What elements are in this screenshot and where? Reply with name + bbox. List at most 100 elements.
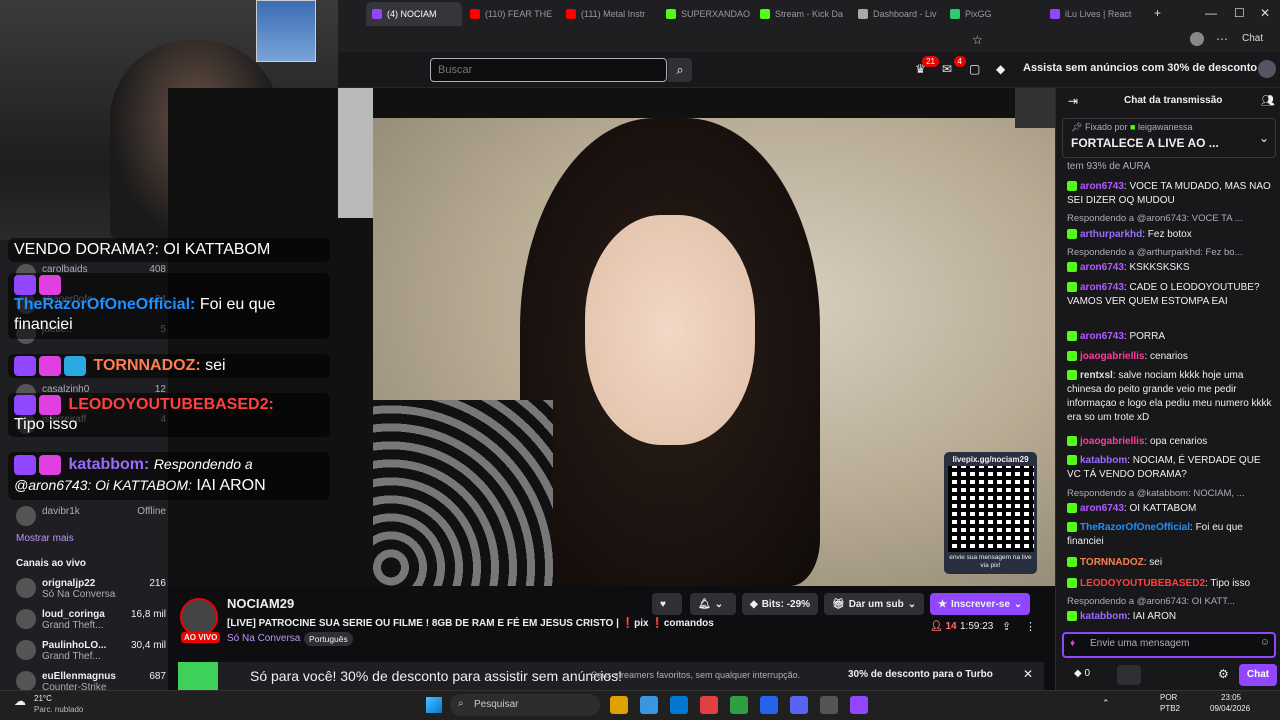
search-button[interactable]: ⌕ [668, 58, 692, 82]
pinned-message[interactable]: 📌︎ Fixado por ■ leigawanessa FORTALECE A… [1062, 118, 1276, 158]
taskbar-app-icon[interactable] [670, 696, 688, 714]
chat-username[interactable]: aron6743 [1080, 331, 1124, 342]
browser-tab[interactable]: PixGG [944, 2, 1040, 26]
temperature[interactable]: 21°C [34, 694, 52, 703]
chat-text: : KSKKSKSKS [1123, 262, 1190, 273]
chat-username[interactable]: katabbom [1080, 455, 1127, 466]
channel-points[interactable]: ◆ 0 [1074, 668, 1090, 679]
chevron-down-icon[interactable]: ⌄ [1259, 131, 1269, 145]
followed-channel[interactable]: davibr1k Offline [16, 506, 166, 526]
browser-tab[interactable]: iLu Lives | React [1044, 2, 1140, 26]
chat-username[interactable]: joaogabriellis [1080, 436, 1144, 447]
live-channel[interactable]: loud_coringa Grand Theft... 16,8 mil [16, 609, 166, 631]
browser-tab[interactable]: (4) NOCIAM [366, 2, 462, 26]
start-button[interactable] [426, 697, 442, 713]
chat-username[interactable]: katabbom [1080, 611, 1127, 622]
taskbar-search[interactable]: ⌕ Pesquisar [450, 694, 600, 716]
chat-username[interactable]: aron6743 [1080, 503, 1124, 514]
lang-primary[interactable]: POR [1160, 693, 1177, 702]
collapse-chat-icon[interactable]: ⇥ [1068, 94, 1078, 108]
gift-sub-button[interactable]: 🎁︎ Dar um sub ⌄ [824, 593, 925, 615]
chat-username[interactable]: arthurparkhd [1080, 229, 1142, 240]
more-menu-icon[interactable]: ⋯ [1216, 32, 1228, 46]
close-banner-icon[interactable]: ✕ [1023, 667, 1033, 681]
taskbar-app-icon[interactable] [700, 696, 718, 714]
taskbar-app-icon[interactable] [760, 696, 778, 714]
channel-avatar [16, 609, 36, 629]
close-window-button[interactable]: ✕ [1260, 6, 1270, 20]
chat-input[interactable]: ♦ Envie uma mensagem ☺ [1062, 632, 1276, 658]
channel-name[interactable]: NOCIAM29 [227, 596, 294, 611]
channel-name: loud_coringa [42, 609, 105, 620]
chat-badge-icon [1067, 436, 1077, 447]
taskbar-app-icon[interactable] [610, 696, 628, 714]
chat-text: : cenarios [1144, 351, 1188, 362]
browser-tab[interactable]: Dashboard - Liv [852, 2, 948, 26]
overlay-msg-3: TORNNADOZ: sei [8, 354, 330, 378]
crown-icon[interactable]: ♛ 21 [915, 56, 939, 76]
category-link[interactable]: Só Na Conversa [227, 633, 300, 644]
overlay-name: katabbom: [68, 456, 150, 473]
copilot-chat-button[interactable]: Chat [1242, 33, 1263, 44]
user-avatar[interactable] [1258, 60, 1276, 78]
bits-button[interactable]: ◆ Bits: -29% [742, 593, 819, 615]
mini-avatar-image [256, 0, 316, 62]
whisper-badge: 4 [953, 56, 966, 67]
chat-username[interactable]: LEODOYOUTUBEBASED2 [1080, 578, 1205, 589]
show-more-link[interactable]: Mostrar mais [16, 533, 74, 544]
subscribe-button[interactable]: ★ Inscrever-se ⌄ [930, 593, 1031, 615]
emote-icon[interactable]: ☺ [1260, 637, 1270, 648]
chat-header: Chat da transmissão [1124, 95, 1223, 106]
clock-time[interactable]: 23:05 [1221, 693, 1241, 702]
whispers-icon[interactable]: ▢ [969, 62, 985, 76]
taskbar-app-icon[interactable] [730, 696, 748, 714]
chat-username[interactable]: aron6743 [1080, 181, 1124, 192]
bell-icon: 🔔︎ [698, 598, 711, 610]
notifications-button[interactable]: 🔔︎ ⌄ [690, 593, 736, 615]
bits-icon[interactable]: ◆ [996, 62, 1012, 76]
live-channel[interactable]: orignaljp22 Só Na Conversa 216 [16, 578, 166, 600]
browser-tab[interactable]: (110) FEAR THE [464, 2, 560, 26]
banner-cta[interactable]: 30% de desconto para o Turbo [848, 669, 993, 680]
chat-message: joaogabriellis: opa cenarios [1067, 435, 1275, 449]
channel-avatar[interactable] [180, 598, 218, 636]
chat-username[interactable]: TORNNADOZ [1080, 557, 1144, 568]
bookmark-star-icon[interactable]: ☆ [972, 33, 983, 47]
turbo-promo[interactable]: Assista sem anúncios com 30% de desconto [1023, 62, 1257, 74]
taskbar-app-icon[interactable] [790, 696, 808, 714]
pinned-by-label: Fixado por [1084, 122, 1128, 132]
more-options-icon[interactable]: ⋮ [1025, 620, 1036, 633]
profile-avatar[interactable] [1190, 32, 1204, 46]
search-input[interactable] [430, 58, 667, 82]
chat-username[interactable]: aron6743 [1080, 282, 1124, 293]
gem-icon: ♦ [1070, 638, 1076, 649]
language-tag[interactable]: Português [304, 632, 353, 646]
follow-heart-button[interactable]: ♥ [652, 593, 682, 615]
tab-favicon-icon [858, 9, 868, 19]
chat-username[interactable]: joaogabriellis [1080, 351, 1144, 362]
share-icon[interactable]: ⇪ [1002, 620, 1011, 633]
taskbar-app-icon[interactable] [820, 696, 838, 714]
browser-tab[interactable]: Stream - Kick Da [754, 2, 850, 26]
inbox-icon[interactable]: ✉ 4 [942, 56, 966, 76]
chat-send-button[interactable]: Chat [1239, 664, 1277, 686]
tab-favicon-icon [1050, 9, 1060, 19]
chat-bot-icon[interactable] [1117, 665, 1141, 685]
taskbar-app-icon[interactable] [850, 696, 868, 714]
browser-tab[interactable]: (111) Metal Instr [560, 2, 656, 26]
chevron-up-icon[interactable]: ⌃ [1102, 698, 1110, 709]
new-tab-button[interactable]: + [1154, 6, 1161, 20]
minimize-button[interactable]: — [1205, 6, 1217, 20]
chat-username[interactable]: aron6743 [1080, 262, 1124, 273]
live-channel[interactable]: PaulinhoLO... Grand Thef... 30,4 mil [16, 640, 166, 662]
browser-tab[interactable]: SUPERXANDAO [660, 2, 756, 26]
chat-settings-icon[interactable]: ⚙ [1218, 667, 1229, 681]
pinned-text: FORTALECE A LIVE AO ... [1071, 136, 1219, 150]
tab-label: Stream - Kick Da [775, 9, 844, 19]
users-icon[interactable]: 👥︎ [1261, 94, 1275, 107]
chat-username[interactable]: TheRazorOfOneOfficial [1080, 522, 1190, 533]
taskbar-app-icon[interactable] [640, 696, 658, 714]
maximize-button[interactable]: ☐ [1234, 6, 1245, 20]
chat-badge-icon [1067, 351, 1077, 362]
chat-username[interactable]: rentxsl [1080, 370, 1113, 381]
